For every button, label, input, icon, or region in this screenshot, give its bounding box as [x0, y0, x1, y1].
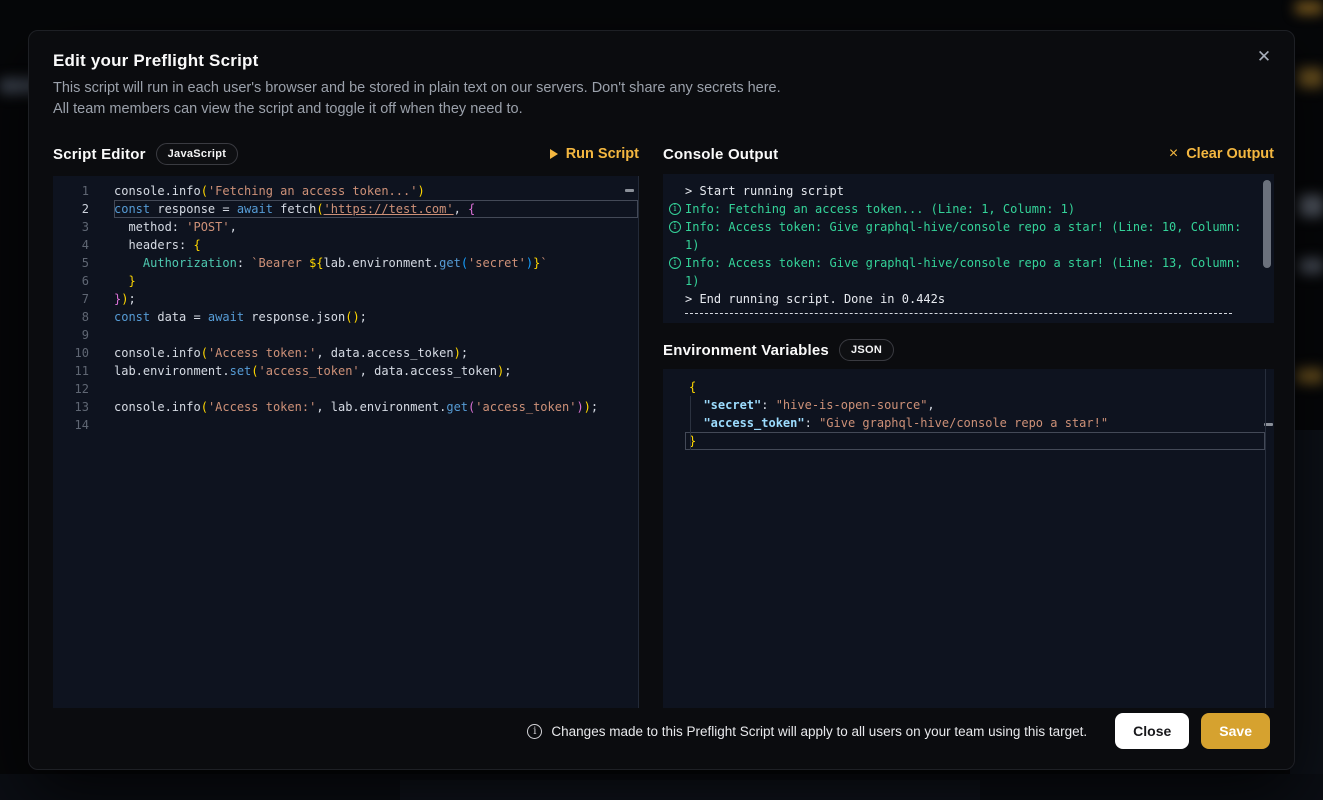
console-scrollbar[interactable] — [1263, 180, 1271, 268]
env-json-line: { — [685, 378, 1265, 396]
line-number: 13 — [53, 398, 89, 416]
editor-code: console.info('Fetching an access token..… — [114, 182, 638, 708]
console-entry-text: > Start running script — [685, 182, 1260, 200]
indent-guide — [690, 396, 691, 450]
overview-ruler-mark — [625, 189, 634, 192]
info-icon: i — [527, 724, 542, 739]
console-entry: i Info: Access token: Give graphql-hive/c… — [669, 254, 1260, 290]
line-number: 5 — [53, 254, 89, 272]
info-icon: i — [669, 221, 681, 233]
code-line: }); — [114, 290, 638, 308]
backdrop-blur-shape — [1296, 368, 1323, 384]
code-line: Authorization: `Bearer ${lab.environment… — [114, 254, 638, 272]
console-entry-text: Info: Fetching an access token... (Line:… — [685, 200, 1260, 218]
line-number: 14 — [53, 416, 89, 434]
code-line: headers: { — [114, 236, 638, 254]
script-editor[interactable]: 1234567891011121314 console.info('Fetchi… — [53, 176, 639, 708]
console-entry: i Info: Fetching an access token... (Line… — [669, 200, 1260, 218]
json-badge: JSON — [839, 339, 894, 361]
save-button[interactable]: Save — [1201, 713, 1270, 749]
console-entry-text: Info: Access token: Give graphql-hive/co… — [685, 218, 1260, 254]
modal-description: This script will run in each user's brow… — [53, 78, 781, 120]
code-line: const data = await response.json(); — [114, 308, 638, 326]
backdrop-panel — [400, 780, 980, 800]
console-separator — [685, 313, 1232, 314]
console-entry-text: > End running script. Done in 0.442s — [685, 290, 1260, 308]
run-script-label: Run Script — [566, 146, 639, 162]
preflight-script-modal: ✕ Edit your Preflight Script This script… — [28, 30, 1295, 770]
code-line: lab.environment.set('access_token', data… — [114, 362, 638, 380]
line-number: 8 — [53, 308, 89, 326]
line-number: 4 — [53, 236, 89, 254]
info-icon: i — [669, 203, 681, 215]
env-json-line: "secret": "hive-is-open-source", — [685, 396, 1265, 414]
console-log-list: > Start running script i Info: Fetching an… — [663, 174, 1274, 314]
clear-icon: × — [1169, 147, 1178, 161]
environment-variables-editor[interactable]: { "secret": "hive-is-open-source", "acce… — [663, 369, 1274, 708]
line-number: 7 — [53, 290, 89, 308]
code-line: console.info('Fetching an access token..… — [114, 182, 638, 200]
env-json-line: "access_token": "Give graphql-hive/conso… — [685, 414, 1265, 432]
overview-ruler-mark — [1264, 423, 1273, 426]
backdrop-blur-shape — [1295, 2, 1323, 14]
close-button[interactable]: Close — [1115, 713, 1189, 749]
console-output-title: Console Output — [663, 146, 778, 163]
description-line: All team members can view the script and… — [53, 99, 781, 120]
code-line: console.info('Access token:', data.acces… — [114, 344, 638, 362]
line-number: 10 — [53, 344, 89, 362]
backdrop-blur-shape — [1299, 258, 1323, 274]
code-line — [114, 416, 638, 434]
code-line — [114, 326, 638, 344]
environment-variables-title: Environment Variables — [663, 342, 829, 359]
console-entry: > End running script. Done in 0.442s — [669, 290, 1260, 308]
script-editor-title: Script Editor — [53, 146, 146, 163]
line-number: 9 — [53, 326, 89, 344]
code-line: const response = await fetch('https://te… — [114, 200, 638, 218]
play-icon — [550, 149, 558, 159]
run-script-button[interactable]: Run Script — [550, 146, 639, 162]
console-entry: i Info: Access token: Give graphql-hive/c… — [669, 218, 1260, 254]
info-icon: i — [669, 257, 681, 269]
description-line: This script will run in each user's brow… — [53, 78, 781, 99]
line-number: 12 — [53, 380, 89, 398]
line-number: 2 — [53, 200, 89, 218]
footer-note: i Changes made to this Preflight Script … — [527, 724, 1087, 739]
footer-note-text: Changes made to this Preflight Script wi… — [551, 724, 1087, 739]
backdrop-blur-shape — [1298, 68, 1323, 88]
clear-output-button[interactable]: × Clear Output — [1169, 146, 1274, 162]
line-number: 6 — [53, 272, 89, 290]
code-line — [114, 380, 638, 398]
code-line: method: 'POST', — [114, 218, 638, 236]
code-line: console.info('Access token:', lab.enviro… — [114, 398, 638, 416]
code-line: } — [114, 272, 638, 290]
console-output-panel: > Start running script i Info: Fetching an… — [663, 174, 1274, 323]
page-title: Edit your Preflight Script — [53, 51, 258, 71]
console-entry: > Start running script — [669, 182, 1260, 200]
console-entry-text: Info: Access token: Give graphql-hive/co… — [685, 254, 1260, 290]
line-number: 1 — [53, 182, 89, 200]
close-icon[interactable]: ✕ — [1252, 45, 1276, 69]
javascript-badge: JavaScript — [156, 143, 239, 165]
environment-json: { "secret": "hive-is-open-source", "acce… — [663, 369, 1274, 450]
line-number: 3 — [53, 218, 89, 236]
editor-gutter: 1234567891011121314 — [53, 182, 93, 708]
line-number: 11 — [53, 362, 89, 380]
env-json-line: } — [685, 432, 1265, 450]
backdrop-blur-shape — [1299, 195, 1323, 217]
clear-output-label: Clear Output — [1186, 146, 1274, 162]
